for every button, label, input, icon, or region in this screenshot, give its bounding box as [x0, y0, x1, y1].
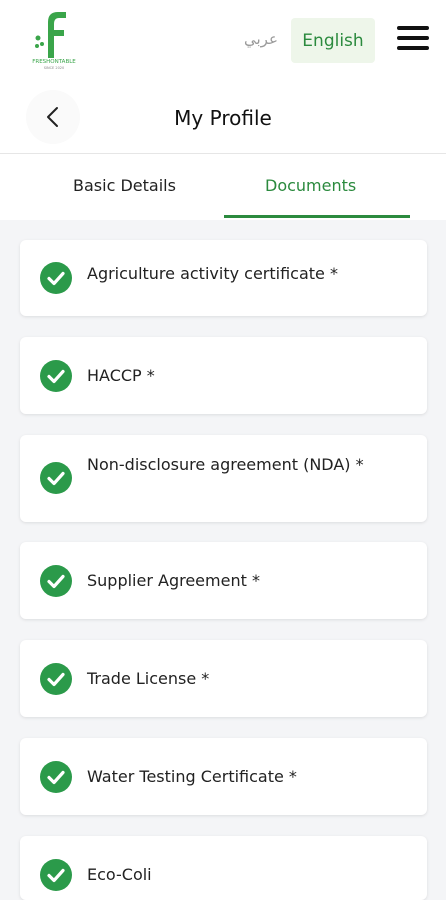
document-label: Supplier Agreement *	[87, 571, 260, 590]
page-header: My Profile	[0, 82, 446, 154]
english-language-button[interactable]: English	[291, 18, 375, 63]
svg-text:FRESHONTABLE: FRESHONTABLE	[32, 59, 76, 65]
document-item-water-testing[interactable]: Water Testing Certificate *	[20, 738, 427, 815]
check-circle-icon	[40, 565, 72, 597]
document-item-agriculture-certificate[interactable]: Agriculture activity certificate *	[20, 240, 427, 316]
document-item-supplier-agreement[interactable]: Supplier Agreement *	[20, 542, 427, 619]
document-item-trade-license[interactable]: Trade License *	[20, 640, 427, 717]
document-label: Agriculture activity certificate *	[87, 264, 338, 283]
document-label: Water Testing Certificate *	[87, 767, 297, 786]
check-circle-icon	[40, 360, 72, 392]
brand-logo[interactable]: FRESHONTABLE SINCE 2020	[26, 8, 82, 70]
tab-bar: Basic Details Documents	[0, 154, 446, 220]
document-label: Trade License *	[87, 669, 210, 688]
tab-documents[interactable]: Documents	[265, 176, 356, 195]
document-item-eco-coli[interactable]: Eco-Coli	[20, 836, 427, 900]
document-list: Agriculture activity certificate * HACCP…	[0, 220, 446, 900]
check-circle-icon	[40, 462, 72, 494]
active-tab-indicator	[224, 215, 410, 218]
check-circle-icon	[40, 663, 72, 695]
check-circle-icon	[40, 859, 72, 891]
document-label: Non-disclosure agreement (NDA) *	[87, 455, 364, 474]
document-item-haccp[interactable]: HACCP *	[20, 337, 427, 414]
arabic-language-button[interactable]: عربي	[244, 30, 278, 48]
page-title: My Profile	[174, 106, 272, 130]
hamburger-menu-icon[interactable]	[397, 26, 429, 54]
check-circle-icon	[40, 761, 72, 793]
top-bar: FRESHONTABLE SINCE 2020 عربي English	[0, 0, 446, 82]
svg-text:SINCE 2020: SINCE 2020	[44, 66, 65, 70]
document-item-nda[interactable]: Non-disclosure agreement (NDA) *	[20, 435, 427, 522]
tab-basic-details[interactable]: Basic Details	[73, 176, 176, 195]
check-circle-icon	[40, 262, 72, 294]
document-label: Eco-Coli	[87, 865, 152, 884]
document-label: HACCP *	[87, 366, 155, 385]
